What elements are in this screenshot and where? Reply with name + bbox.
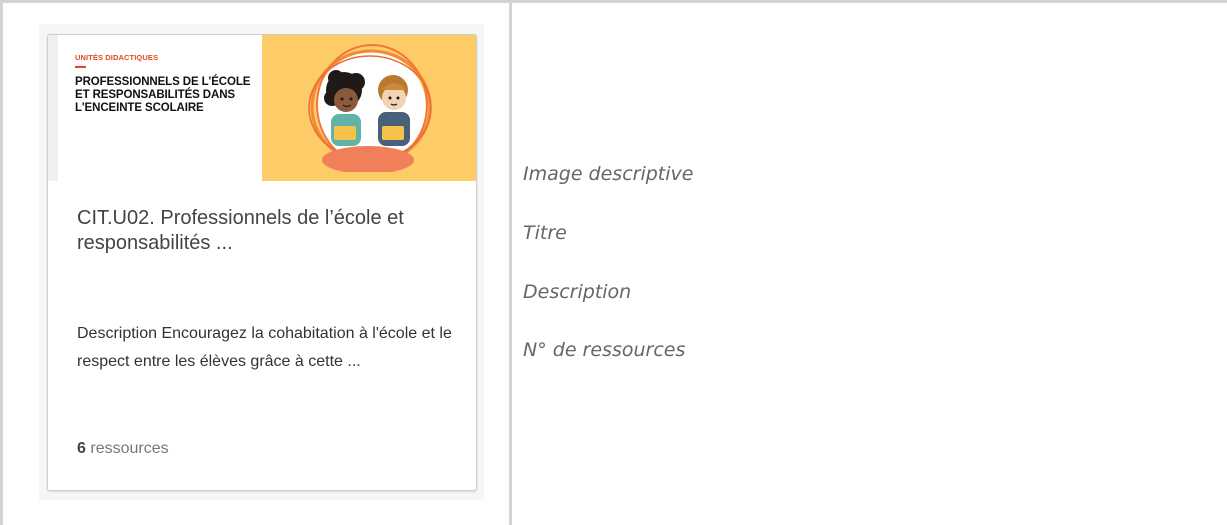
table-border-top [0, 0, 1227, 3]
resource-count-number: 6 [77, 440, 86, 457]
table-border-middle [509, 0, 512, 525]
two-children-reading-illustration [308, 44, 432, 172]
card-title[interactable]: CIT.U02. Professionnels de l’école et re… [77, 206, 457, 256]
resource-count: 6 ressources [77, 440, 169, 458]
resource-count-label: ressources [90, 440, 169, 457]
legend-item-resource-count: N° de ressources [523, 339, 686, 361]
legend-item-image: Image descriptive [523, 163, 694, 185]
card-image[interactable]: UNITÉS DIDACTIQUES PROFESSIONNELS DE L'É… [48, 35, 476, 181]
card-description: Description Encouragez la cohabitation à… [77, 325, 452, 370]
banner-title: PROFESSIONNELS DE L'ÉCOLE ET RESPONSABIL… [75, 76, 251, 114]
table-border-left [0, 0, 3, 525]
banner-eyebrow: UNITÉS DIDACTIQUES [75, 53, 159, 62]
legend-item-title: Titre [523, 222, 567, 244]
resource-card[interactable]: UNITÉS DIDACTIQUES PROFESSIONNELS DE L'É… [47, 34, 477, 491]
banner-accent-line [75, 66, 86, 68]
legend-item-description: Description [523, 281, 632, 303]
